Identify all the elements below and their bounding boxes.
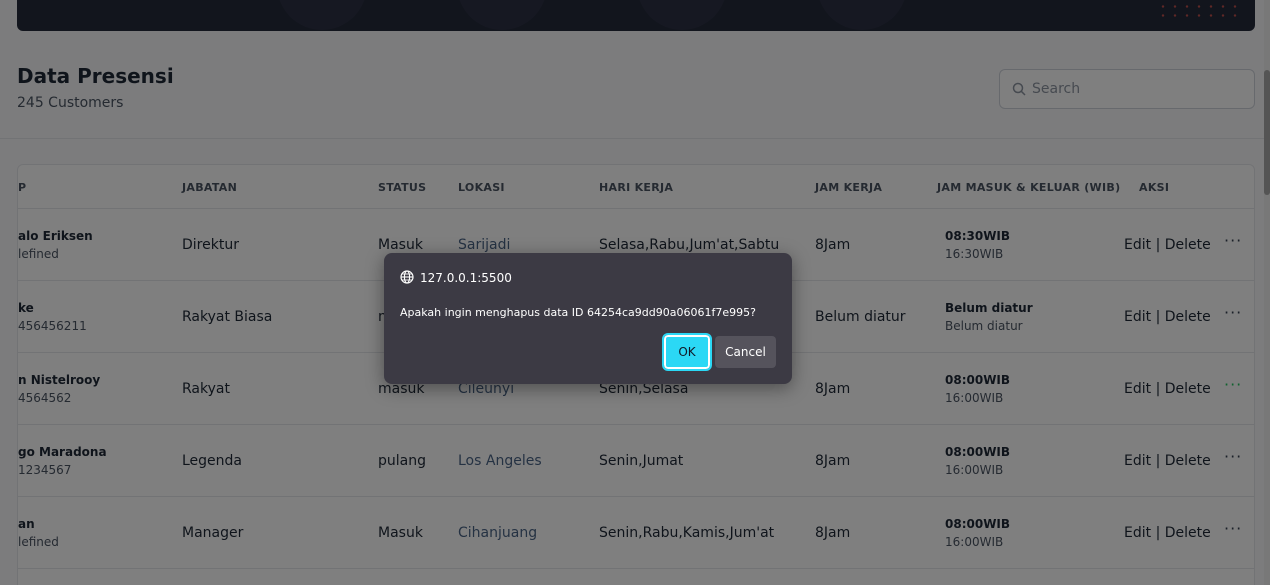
cancel-button[interactable]: Cancel [715, 336, 776, 368]
dialog-origin: 127.0.0.1:5500 [420, 271, 512, 285]
ok-button[interactable]: OK [662, 333, 712, 371]
confirm-dialog: 127.0.0.1:5500 Apakah ingin menghapus da… [384, 253, 792, 384]
dialog-message: Apakah ingin menghapus data ID 64254ca9d… [400, 306, 756, 319]
globe-icon [400, 270, 414, 284]
